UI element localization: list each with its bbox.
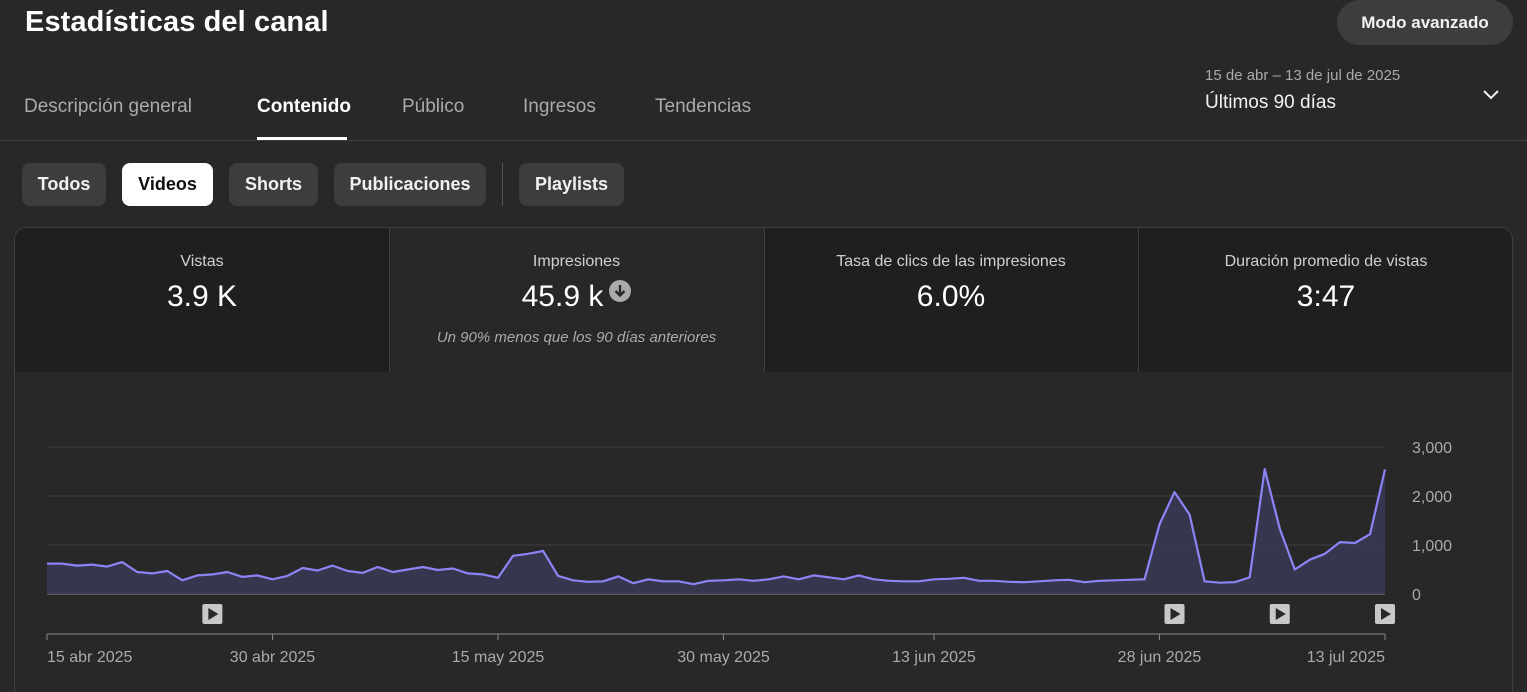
x-tick-label: 15 may 2025 [452,649,545,666]
x-tick-label: 13 jun 2025 [892,649,976,666]
x-tick-label: 28 jun 2025 [1118,649,1202,666]
video-marker-play-icon[interactable] [1375,604,1395,624]
views-line-chart[interactable]: 0 1,000 2,000 3,000 15 abr 2025 30 abr 2025 15… [0,0,1527,692]
video-marker-play-icon[interactable] [202,604,223,624]
y-tick-label: 2,000 [1412,489,1452,506]
series-area [47,469,1385,594]
y-tick-label: 0 [1412,587,1421,604]
x-tick-label: 13 jul 2025 [1307,649,1385,666]
video-marker-play-icon[interactable] [1164,604,1185,624]
y-tick-label: 1,000 [1412,538,1452,555]
y-tick-label: 3,000 [1412,440,1452,457]
video-marker-play-icon[interactable] [1269,604,1290,624]
x-tick-label: 30 abr 2025 [230,649,316,666]
x-tick-label: 30 may 2025 [677,649,770,666]
x-tick-label: 15 abr 2025 [47,649,133,666]
